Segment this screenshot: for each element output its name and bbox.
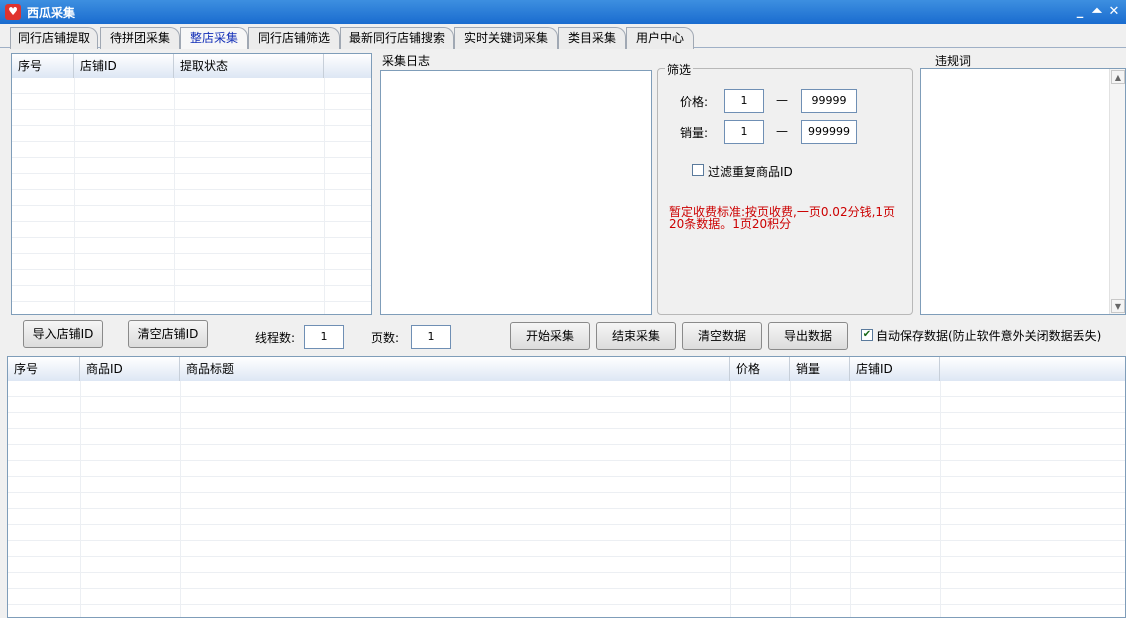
column-divider — [790, 381, 791, 617]
import-shop-button[interactable]: 导入店铺ID — [23, 320, 103, 348]
column-divider — [730, 381, 731, 617]
clear-data-button[interactable]: 清空数据 — [682, 322, 762, 350]
col-price[interactable]: 价格 — [730, 357, 790, 381]
col-product-id[interactable]: 商品ID — [80, 357, 180, 381]
tab-user-center[interactable]: 用户中心 — [626, 27, 694, 49]
threads-input[interactable]: 1 — [304, 325, 344, 349]
shop-table[interactable]: 序号 店铺ID 提取状态 — [11, 53, 372, 315]
col-shop-id[interactable]: 店铺ID — [74, 54, 174, 78]
heart-logo-icon: ♥ — [5, 4, 21, 20]
col-status[interactable]: 提取状态 — [174, 54, 324, 78]
log-label: 采集日志 — [382, 54, 431, 68]
scroll-down-icon[interactable]: ▼ — [1111, 299, 1125, 313]
window-title: 西瓜采集 — [27, 6, 76, 20]
start-collect-button[interactable]: 开始采集 — [510, 322, 590, 350]
price-max-input[interactable]: 99999 — [801, 89, 857, 113]
close-icon[interactable]: ✕ — [1107, 4, 1121, 20]
dedupe-label: 过滤重复商品ID — [708, 165, 793, 179]
dedupe-checkbox[interactable] — [692, 164, 704, 176]
sales-label: 销量: — [680, 126, 709, 140]
tab-keyword[interactable]: 实时关键词采集 — [454, 27, 558, 49]
column-divider — [324, 78, 325, 314]
autosave-checkbox[interactable]: ✔ — [861, 329, 873, 341]
tab-shop-extract[interactable]: 同行店铺提取 — [10, 27, 98, 49]
filter-title: 筛选 — [665, 61, 694, 78]
tab-group-buy[interactable]: 待拼团采集 — [100, 27, 180, 49]
col-shop-id[interactable]: 店铺ID — [850, 357, 940, 381]
col-index[interactable]: 序号 — [8, 357, 80, 381]
product-table-header: 序号 商品ID 商品标题 价格 销量 店铺ID — [8, 357, 1125, 382]
column-divider — [940, 381, 941, 617]
tab-shop-search[interactable]: 最新同行店铺搜索 — [340, 27, 454, 49]
clear-shop-button[interactable]: 清空店铺ID — [128, 320, 208, 348]
pages-label: 页数: — [371, 331, 400, 345]
threads-label: 线程数: — [255, 331, 296, 345]
price-label: 价格: — [680, 95, 709, 109]
tab-category[interactable]: 类目采集 — [558, 27, 626, 49]
restore-icon[interactable]: ⏶ — [1090, 4, 1104, 20]
product-table-rows — [8, 381, 1125, 617]
shop-table-header: 序号 店铺ID 提取状态 — [12, 54, 371, 79]
pages-input[interactable]: 1 — [411, 325, 451, 349]
tab-whole-shop[interactable]: 整店采集 — [180, 27, 248, 49]
col-filler — [324, 54, 370, 78]
export-data-button[interactable]: 导出数据 — [768, 322, 848, 350]
banned-words-textarea[interactable]: ▲ ▼ — [920, 68, 1126, 315]
col-sales[interactable]: 销量 — [790, 357, 850, 381]
sales-min-input[interactable]: 1 — [724, 120, 764, 144]
scrollbar[interactable]: ▲ ▼ — [1109, 69, 1125, 314]
price-min-input[interactable]: 1 — [724, 89, 764, 113]
pricing-notice: 暂定收费标准:按页收费,一页0.02分钱,1页20条数据。1页20积分 — [669, 205, 896, 231]
shop-table-rows — [12, 78, 371, 314]
column-divider — [174, 78, 175, 314]
log-textarea[interactable] — [380, 70, 652, 315]
product-table[interactable]: 序号 商品ID 商品标题 价格 销量 店铺ID — [7, 356, 1126, 618]
minimize-icon[interactable]: _ — [1073, 4, 1087, 20]
stop-collect-button[interactable]: 结束采集 — [596, 322, 676, 350]
col-product-title[interactable]: 商品标题 — [180, 357, 730, 381]
tab-shop-filter[interactable]: 同行店铺筛选 — [248, 27, 340, 49]
banned-words-label: 违规词 — [935, 54, 972, 68]
sales-max-input[interactable]: 999999 — [801, 120, 857, 144]
autosave-label: 自动保存数据(防止软件意外关闭数据丢失) — [876, 329, 1102, 343]
column-divider — [180, 381, 181, 617]
tab-strip: 同行店铺提取 待拼团采集 整店采集 同行店铺筛选 最新同行店铺搜索 实时关键词采… — [0, 24, 1126, 49]
title-bar — [0, 0, 1126, 24]
column-divider — [850, 381, 851, 617]
scroll-up-icon[interactable]: ▲ — [1111, 70, 1125, 84]
sales-dash: — — [776, 124, 788, 138]
price-dash: — — [776, 93, 788, 107]
column-divider — [74, 78, 75, 314]
column-divider — [80, 381, 81, 617]
col-index[interactable]: 序号 — [12, 54, 74, 78]
